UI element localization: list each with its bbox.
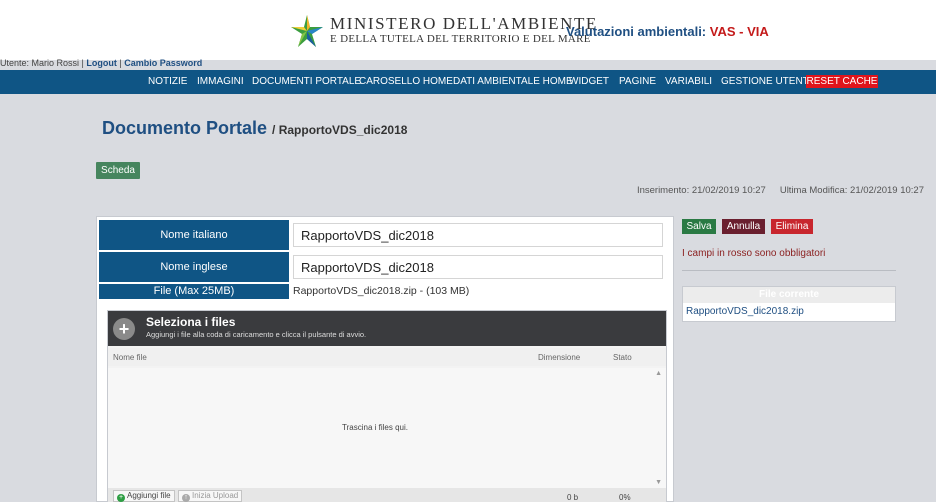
ministry-star-logo-icon [291, 15, 323, 47]
page-subtitle: / RapportoVDS_dic2018 [272, 123, 408, 137]
file-uploader: + Seleziona i files Aggiungi i file alla… [107, 310, 667, 502]
nav-item-immagini[interactable]: IMMAGINI [197, 76, 244, 87]
uploader-header: + Seleziona i files Aggiungi i file alla… [108, 311, 666, 346]
nav-item-variabili[interactable]: VARIABILI [665, 76, 712, 87]
add-icon: + [117, 494, 125, 502]
nav-item-notizie[interactable]: NOTIZIE [148, 76, 187, 87]
record-metadata: Inserimento: 21/02/2019 10:27 Ultima Modi… [637, 185, 924, 196]
nav-item-gestione-utenti[interactable]: GESTIONE UTENTI [721, 76, 812, 87]
current-file-header: File corrente [683, 287, 895, 303]
required-fields-note: I campi in rosso sono obbligatori [682, 248, 826, 259]
current-file-link[interactable]: RapportoVDS_dic2018.zip [683, 303, 895, 320]
name-en-label: Nome inglese [99, 252, 289, 282]
reset-cache-button[interactable]: RESET CACHE [806, 75, 878, 88]
ministry-name: MINISTERO DELL'AMBIENTE [330, 14, 598, 33]
add-file-label: Aggiungi file [127, 491, 171, 500]
site-title: Valutazioni ambientali: VAS - VIA [566, 24, 769, 39]
scroll-up-icon[interactable]: ▲ [655, 370, 662, 377]
current-file-panel: File corrente RapportoVDS_dic2018.zip [682, 286, 896, 322]
site-header: MINISTERO DELL'AMBIENTE E DELLA TUTELA D… [0, 0, 936, 60]
userbar-separator: | [119, 58, 122, 68]
page-title: Documento Portale / RapportoVDS_dic2018 [102, 118, 407, 139]
total-percent: 0% [619, 493, 631, 502]
nav-item-pagine[interactable]: PAGINE [619, 76, 656, 87]
scroll-down-icon[interactable]: ▼ [655, 479, 662, 486]
column-size: Dimensione [538, 353, 581, 362]
cancel-button[interactable]: Annulla [722, 219, 765, 234]
drop-zone-text: Trascina i files qui. [342, 423, 408, 432]
start-upload-label: Inizia Upload [192, 491, 239, 500]
site-title-accent: VAS - VIA [709, 24, 769, 39]
delete-button[interactable]: Elimina [771, 219, 813, 234]
column-file-name: Nome file [113, 353, 147, 362]
name-en-input[interactable] [293, 255, 663, 279]
site-title-text: Valutazioni ambientali: [566, 24, 707, 39]
logout-link[interactable]: Logout [86, 58, 117, 68]
save-button[interactable]: Salva [682, 219, 716, 234]
uploader-columns: Nome file Dimensione Stato [108, 348, 666, 366]
file-label: File (Max 25MB) [99, 284, 289, 299]
user-bar: Utente: Mario Rossi | Logout | Cambio Pa… [0, 58, 202, 70]
page-title-text: Documento Portale [102, 118, 268, 138]
main-nav: NOTIZIE IMMAGINI DOCUMENTI PORTALE CAROS… [0, 70, 936, 94]
change-password-link[interactable]: Cambio Password [124, 58, 202, 68]
tab-scheda[interactable]: Scheda [96, 162, 140, 179]
upload-icon: ↑ [182, 494, 190, 502]
uploader-hint: Aggiungi i file alla coda di caricamento… [146, 330, 367, 339]
document-form: Nome italiano Nome inglese File (Max 25M… [96, 216, 674, 502]
name-it-label: Nome italiano [99, 220, 289, 250]
name-it-input[interactable] [293, 223, 663, 247]
modified-timestamp: Ultima Modifica: 21/02/2019 10:27 [779, 185, 924, 196]
add-file-button[interactable]: + Aggiungi file [113, 490, 175, 502]
plus-icon: + [113, 318, 135, 340]
total-size: 0 b [567, 493, 579, 502]
ministry-subname: E DELLA TUTELA DEL TERRITORIO E DEL MARE [330, 33, 591, 45]
column-status: Stato [613, 353, 632, 362]
created-timestamp: Inserimento: 21/02/2019 10:27 [636, 185, 766, 196]
nav-item-dati-ambientale-home[interactable]: DATI AMBIENTALE HOME [453, 76, 573, 87]
nav-item-carosello-home[interactable]: CAROSELLO HOME [359, 76, 453, 87]
file-value: RapportoVDS_dic2018.zip - (103 MB) [293, 285, 470, 297]
nav-item-widget[interactable]: WIDGET [569, 76, 609, 87]
nav-item-documenti-portale[interactable]: DOCUMENTI PORTALE [252, 76, 361, 87]
uploader-title: Seleziona i files [146, 315, 236, 329]
drop-zone[interactable]: ▲ Trascina i files qui. ▼ [108, 368, 666, 488]
uploader-footer: + Aggiungi file ↑ Inizia Upload 0 b 0% [108, 488, 666, 502]
user-name: Utente: Mario Rossi | [0, 58, 84, 68]
start-upload-button[interactable]: ↑ Inizia Upload [178, 490, 243, 502]
divider [682, 270, 896, 271]
